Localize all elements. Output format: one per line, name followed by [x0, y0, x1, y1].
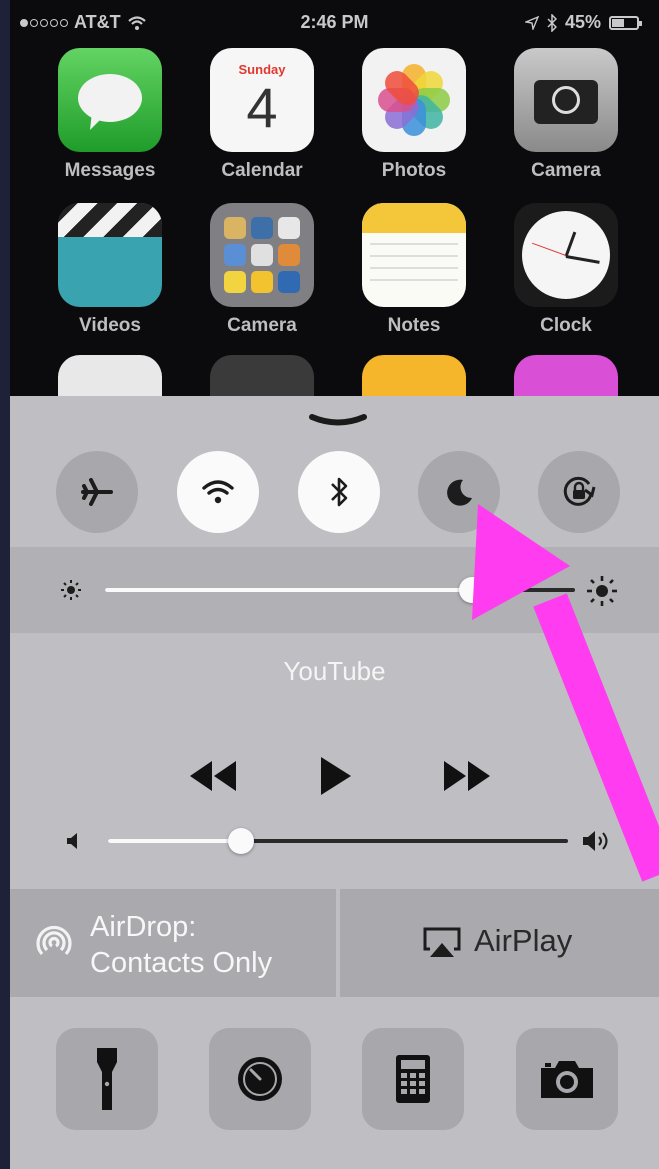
annotation-arrow	[472, 504, 659, 882]
phone-screen: AT&T 2:46 PM 45% Messages Sunday 4 Calen…	[10, 0, 659, 1169]
